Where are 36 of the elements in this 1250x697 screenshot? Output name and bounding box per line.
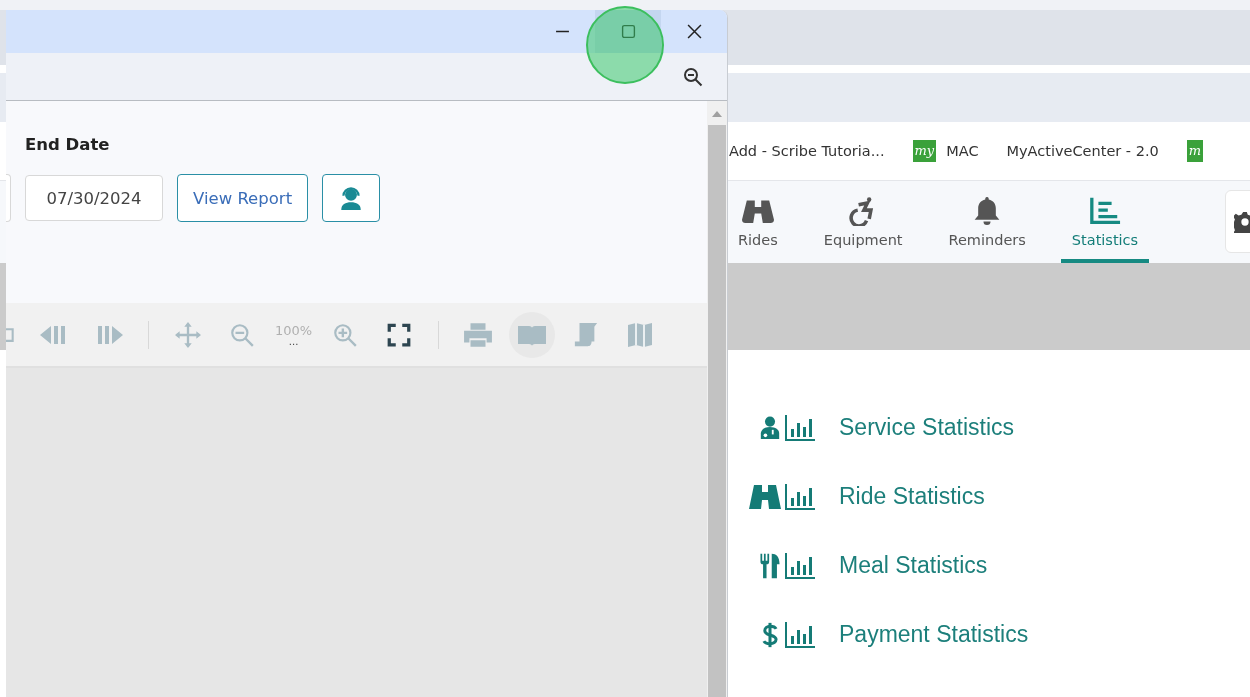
bookmark-logo[interactable]: m — [1186, 140, 1204, 162]
end-date-field[interactable]: 07/30/2024 — [25, 175, 163, 221]
settings-icon — [1234, 210, 1250, 233]
bar-chart-icon — [784, 552, 816, 579]
support-button[interactable] — [322, 174, 381, 222]
close-icon — [686, 24, 702, 39]
print-icon[interactable] — [463, 321, 494, 348]
view-report-button[interactable]: View Report — [177, 174, 309, 222]
move-icon[interactable] — [173, 321, 203, 348]
zoom-options[interactable]: ... — [288, 338, 299, 346]
nav-tab[interactable]: Equipment — [812, 181, 914, 263]
settings-button[interactable] — [1225, 190, 1250, 253]
nav-tab[interactable]: Rides — [727, 181, 789, 263]
maximize-button[interactable] — [595, 10, 661, 53]
start-date-field[interactable] — [6, 174, 11, 222]
maximize-icon — [620, 24, 636, 39]
zoom-out-icon[interactable] — [683, 66, 703, 87]
bar-chart-icon — [784, 414, 816, 441]
scroll-up-icon[interactable] — [712, 111, 722, 117]
utensils-icon — [759, 552, 781, 579]
binoculars-icon — [749, 483, 781, 510]
bookmark-link[interactable]: MAC — [946, 143, 979, 159]
chart-icon — [1089, 196, 1121, 226]
statistics-link[interactable]: Ride Statistics — [740, 477, 1250, 516]
statistics-link[interactable]: Service Statistics — [740, 408, 1250, 447]
bookmark-link[interactable]: Add - Scribe Tutoria... — [729, 143, 885, 159]
bar-chart-icon — [784, 483, 816, 510]
bar-chart-icon — [784, 621, 816, 648]
bookmark-logo[interactable]: my — [912, 140, 937, 162]
doctor-icon — [759, 414, 781, 441]
nav-tab[interactable]: Reminders — [937, 181, 1037, 263]
scrollbar[interactable] — [707, 101, 727, 697]
bookmark-link[interactable]: MyActiveCenter - 2.0 — [1006, 143, 1159, 159]
end-date-label: End Date — [25, 135, 111, 154]
statistics-link[interactable]: Meal Statistics — [740, 546, 1250, 585]
statistics-link[interactable]: Payment Statistics — [740, 615, 1250, 654]
